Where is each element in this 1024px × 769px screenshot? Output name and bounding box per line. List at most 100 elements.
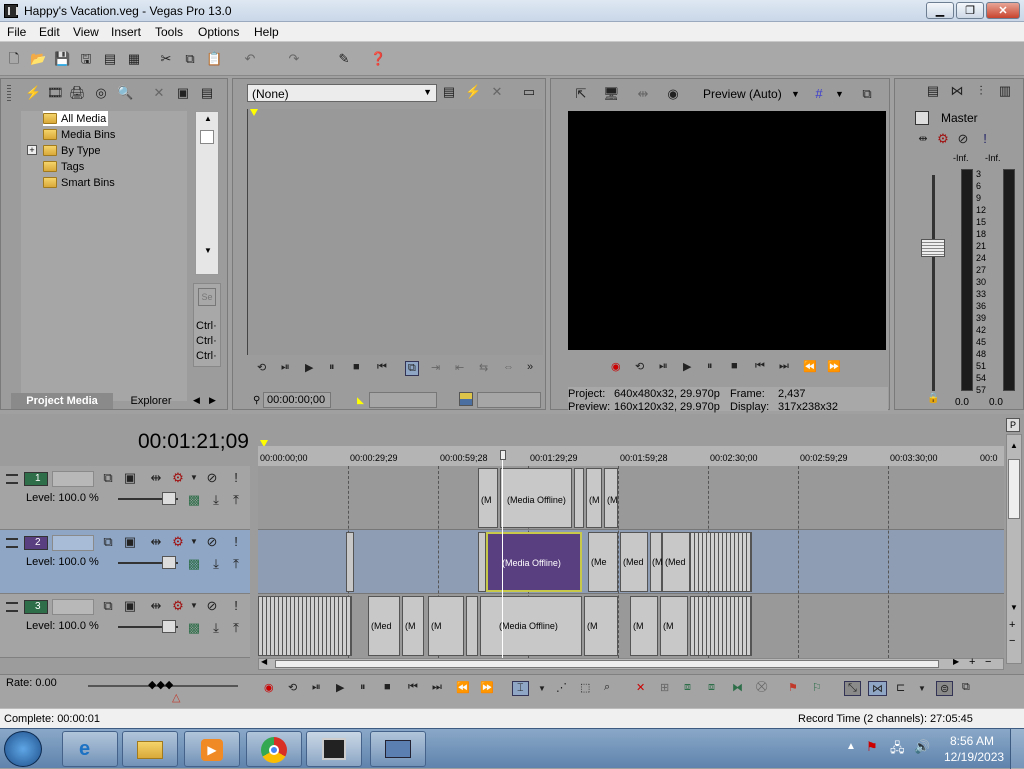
downmix-icon[interactable]: ⋈: [949, 83, 965, 99]
menu-view[interactable]: View: [73, 25, 99, 39]
import-media-icon[interactable]: ⚡: [25, 85, 41, 101]
stop-icon[interactable]: ■: [353, 361, 360, 373]
normal-edit-tool-icon[interactable]: ⌶: [512, 681, 529, 696]
envelope-icon[interactable]: ▩: [186, 492, 202, 508]
taskbar-remote-desktop-icon[interactable]: [370, 731, 426, 767]
track-level-slider[interactable]: [162, 556, 176, 569]
automation-icon[interactable]: ⤓: [208, 492, 224, 508]
video-preview-screen[interactable]: [568, 111, 886, 350]
solo-icon[interactable]: !: [977, 131, 993, 147]
timeline-clip-group[interactable]: [258, 596, 352, 656]
next-frame-icon[interactable]: ⏩: [827, 360, 841, 373]
pause-icon[interactable]: ⏸: [707, 360, 713, 373]
copy-snapshot-icon[interactable]: ⧉: [859, 86, 875, 102]
add-before-icon[interactable]: ⇤: [455, 361, 464, 374]
lock-icon[interactable]: 🔒: [927, 393, 939, 404]
open-icon[interactable]: 📂: [30, 51, 46, 67]
properties-icon[interactable]: ▦: [126, 51, 142, 67]
network-icon[interactable]: 🖧: [890, 739, 905, 761]
extract-audio-icon[interactable]: ◎: [93, 85, 109, 101]
whats-this-help-icon[interactable]: ❓: [370, 51, 386, 67]
views-icon[interactable]: ▤: [199, 85, 215, 101]
chevron-down-icon[interactable]: ▼: [918, 684, 926, 693]
capture-video-icon[interactable]: 🎞: [47, 85, 64, 101]
timeline-clip[interactable]: (M: [586, 468, 602, 528]
track-collapse-icon[interactable]: [6, 602, 18, 612]
auto-crossfade-icon[interactable]: ⋈: [868, 681, 887, 696]
go-to-start-icon[interactable]: ⏮: [408, 681, 418, 694]
track-name-field[interactable]: [52, 535, 94, 551]
play-icon[interactable]: ▶: [305, 361, 313, 374]
master-fader-knob[interactable]: [921, 239, 945, 257]
lock-envelopes-icon[interactable]: ⊜: [936, 681, 954, 696]
snapshot-icon[interactable]: Se: [198, 288, 216, 306]
go-to-end-icon[interactable]: ⏭: [779, 360, 789, 373]
previous-frame-icon[interactable]: ⏪: [803, 360, 817, 373]
tree-item-tags[interactable]: Tags: [43, 159, 84, 174]
tab-scroll-left-icon[interactable]: ◀: [193, 395, 200, 406]
media-fx-icon[interactable]: ⚡: [465, 84, 481, 100]
envelope-icon[interactable]: ▩: [186, 556, 202, 572]
timeline-clip[interactable]: [466, 596, 478, 656]
media-properties-icon[interactable]: ▤: [441, 84, 457, 100]
trim-start-icon[interactable]: ⧈: [684, 681, 691, 694]
track-level-slider[interactable]: [162, 620, 176, 633]
clear-trimmer-icon[interactable]: ✕: [489, 84, 505, 100]
external-monitor-icon[interactable]: 🖥: [603, 86, 620, 102]
media-tree-scrollbar[interactable]: ▲ ▼: [195, 111, 219, 275]
trimmer-display-icon[interactable]: ▭: [521, 84, 537, 100]
stop-icon[interactable]: ■: [384, 681, 391, 693]
timeline-clip[interactable]: (M: [604, 468, 618, 528]
timeline-clip[interactable]: (Med: [620, 532, 648, 592]
go-to-start-icon[interactable]: ⏮: [755, 360, 765, 373]
media-fx-icon[interactable]: ▣: [175, 85, 191, 101]
action-center-icon[interactable]: ⚑: [866, 739, 878, 755]
play-from-start-icon[interactable]: ⏯: [659, 360, 668, 373]
save-as-icon[interactable]: 🖫: [78, 51, 94, 67]
search-media-icon[interactable]: 🔍: [117, 85, 133, 101]
composite-mode-icon[interactable]: ⧉: [100, 534, 116, 550]
scroll-right-icon[interactable]: ▶: [953, 657, 959, 666]
new-project-icon[interactable]: 🗋: [6, 51, 22, 67]
preview-properties-icon[interactable]: ⇱: [573, 86, 589, 102]
taskbar-vegas-pro-icon[interactable]: [306, 731, 362, 767]
fit-icon[interactable]: ⇔: [503, 361, 514, 373]
composite-mode-icon[interactable]: ⧉: [100, 470, 116, 486]
trimmer-mode-icon[interactable]: ⧉: [405, 361, 419, 376]
trim-end-icon[interactable]: ⧈: [708, 681, 715, 694]
track-collapse-icon[interactable]: [6, 474, 18, 484]
envelope-edit-tool-icon[interactable]: ⋰: [556, 681, 567, 694]
play-from-start-icon[interactable]: ⏯: [312, 681, 321, 694]
go-to-end-icon[interactable]: ⏭: [432, 681, 442, 694]
parent-track-icon[interactable]: ▣: [122, 470, 138, 486]
preview-quality-dropdown[interactable]: Preview (Auto): [703, 87, 782, 101]
tree-item-all-media[interactable]: All Media: [43, 111, 109, 126]
play-icon[interactable]: ▶: [336, 681, 344, 694]
pause-icon[interactable]: ⏸: [360, 681, 366, 694]
play-icon[interactable]: ▶: [683, 360, 691, 373]
automation-icon[interactable]: ⤓: [208, 556, 224, 572]
cut-icon[interactable]: ✂: [158, 51, 174, 67]
record-icon[interactable]: ◉: [264, 681, 274, 694]
track-header-3[interactable]: 3 ⧉ ▣ ⇹ ⚙ ▼ ⊘ ! Level: 100.0 % ▩ ⤓ ⤒: [0, 594, 250, 658]
trimmer-in-field[interactable]: [369, 392, 437, 408]
zoom-out-icon[interactable]: −: [985, 656, 991, 668]
chevron-down-icon[interactable]: ▼: [835, 89, 844, 99]
track-fx-icon[interactable]: ⚙: [170, 534, 186, 550]
marker-bar-icon[interactable]: P: [1006, 418, 1020, 432]
menu-file[interactable]: File: [7, 25, 26, 39]
dim-output-icon[interactable]: ⫶: [973, 83, 989, 99]
save-icon[interactable]: 💾: [54, 51, 70, 67]
timeline-clip[interactable]: (M: [650, 532, 663, 592]
paste-icon[interactable]: 📋: [206, 51, 222, 67]
parent-track-icon[interactable]: ▣: [122, 598, 138, 614]
overlay-icon[interactable]: ◉: [665, 86, 681, 102]
scroll-left-icon[interactable]: ◀: [261, 657, 267, 666]
timeline-clip[interactable]: (M: [630, 596, 658, 656]
taskbar-chrome-icon[interactable]: [246, 731, 302, 767]
zoom-edit-tool-icon[interactable]: ⌕: [604, 681, 610, 694]
show-hidden-icons-icon[interactable]: ▲: [846, 741, 856, 752]
rate-slider-knob[interactable]: ◆◆◆: [148, 678, 173, 691]
vegas-app-icon[interactable]: [4, 4, 18, 18]
automation-icon[interactable]: ⤓: [208, 620, 224, 636]
